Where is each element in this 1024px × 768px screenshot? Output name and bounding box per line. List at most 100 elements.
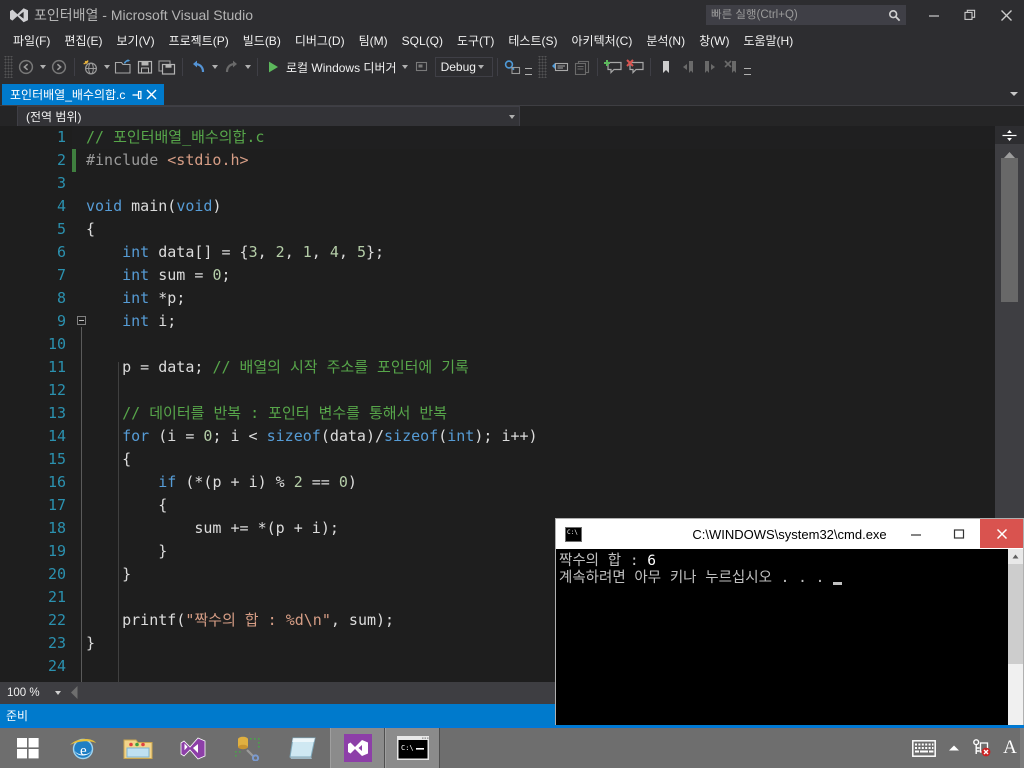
code-text[interactable] (86, 172, 95, 195)
chevron-down-icon[interactable] (509, 115, 515, 119)
chevron-down-icon[interactable] (55, 691, 61, 695)
chevron-down-icon[interactable] (1007, 87, 1021, 101)
code-text[interactable]: void main(void) (86, 195, 221, 218)
console-scroll-up-icon[interactable] (1008, 549, 1023, 564)
next-bookmark-icon[interactable] (699, 56, 721, 78)
toolbar-overflow-icon-2[interactable] (743, 56, 753, 78)
code-line[interactable]: 1 // 포인터배열_배수의합.c (0, 126, 995, 149)
code-text[interactable]: int data[] = {3, 2, 1, 4, 5}; (86, 241, 384, 264)
new-project-icon[interactable] (79, 56, 101, 78)
code-line[interactable]: 4 void main(void) (0, 195, 995, 218)
search-icon[interactable] (888, 9, 901, 22)
taskbar-notepad[interactable] (275, 728, 330, 768)
menu-test[interactable]: 테스트(S) (501, 31, 564, 52)
tray-network-disconnected[interactable] (968, 728, 996, 768)
add-comment-icon[interactable] (602, 56, 624, 78)
bookmark-icon[interactable] (655, 56, 677, 78)
scroll-left-icon[interactable] (70, 685, 79, 703)
toolbar-grip[interactable] (4, 56, 13, 78)
code-line[interactable]: 2 #include <stdio.h> (0, 149, 995, 172)
menu-team[interactable]: 팀(M) (352, 31, 395, 52)
close-icon[interactable] (144, 85, 159, 104)
code-line[interactable]: 12 (0, 379, 995, 402)
toolbar-grip-2[interactable] (537, 56, 547, 78)
taskbar-visual-studio-running[interactable] (330, 728, 385, 768)
open-file-icon[interactable] (112, 56, 134, 78)
code-text[interactable] (86, 586, 95, 609)
menu-debug[interactable]: 디버그(D) (288, 31, 352, 52)
configuration-dropdown[interactable]: Debug (434, 57, 493, 77)
console-scrollbar-thumb[interactable] (1008, 564, 1023, 664)
code-line[interactable]: 3 (0, 172, 995, 195)
code-text[interactable]: // 포인터배열_배수의합.c (86, 126, 264, 149)
undo-icon[interactable] (187, 56, 209, 78)
taskbar-file-explorer[interactable] (110, 728, 165, 768)
console-scrollbar[interactable] (1008, 549, 1023, 725)
scrollbar-thumb[interactable] (1001, 158, 1018, 302)
taskbar-sql-tools[interactable] (220, 728, 275, 768)
code-line[interactable]: 5{ (0, 218, 995, 241)
uncomment-selection-icon[interactable] (571, 56, 593, 78)
redo-dropdown[interactable] (242, 56, 253, 78)
menu-project[interactable]: 프로젝트(P) (162, 31, 236, 52)
console-minimize-button[interactable] (894, 519, 937, 548)
menu-sql[interactable]: SQL(Q) (395, 31, 450, 52)
navigate-back-dropdown[interactable] (37, 56, 48, 78)
menu-architecture[interactable]: 아키텍처(C) (565, 31, 640, 52)
navigate-back-icon[interactable] (15, 56, 37, 78)
code-line[interactable]: 17 { (0, 494, 995, 517)
start-debug-label[interactable]: 로컬 Windows 디버거 (284, 59, 400, 76)
code-line[interactable]: 11 p = data; // 배열의 시작 주소를 포인터에 기록 (0, 356, 995, 379)
restore-button[interactable] (952, 0, 988, 30)
code-text[interactable] (86, 379, 95, 402)
menu-file[interactable]: 파일(F) (6, 31, 57, 52)
code-text[interactable]: { (86, 448, 131, 471)
play-triangle-icon[interactable] (262, 56, 284, 78)
code-line[interactable]: 7 int sum = 0; (0, 264, 995, 287)
quick-launch-input[interactable] (711, 9, 888, 21)
taskbar-internet-explorer[interactable]: e (55, 728, 110, 768)
code-text[interactable]: } (86, 632, 95, 655)
code-text[interactable]: sum += *(p + i); (86, 517, 339, 540)
code-line[interactable]: 8 int *p; (0, 287, 995, 310)
tray-touch-keyboard[interactable] (908, 728, 940, 768)
new-project-dropdown[interactable] (101, 56, 112, 78)
code-line[interactable]: 13 // 데이터를 반복 : 포인터 변수를 통해서 반복 (0, 402, 995, 425)
code-text[interactable]: } (86, 563, 131, 586)
code-text[interactable]: int *p; (86, 287, 185, 310)
code-text[interactable]: { (86, 218, 95, 241)
menu-window[interactable]: 창(W) (692, 31, 736, 52)
save-icon[interactable] (134, 56, 156, 78)
menu-build[interactable]: 빌드(B) (236, 31, 288, 52)
code-text[interactable]: p = data; // 배열의 시작 주소를 포인터에 기록 (86, 356, 469, 379)
code-text[interactable]: if (*(p + i) % 2 == 0) (86, 471, 357, 494)
undo-dropdown[interactable] (209, 56, 220, 78)
tray-show-hidden-icons[interactable] (940, 728, 968, 768)
navigate-forward-icon[interactable] (48, 56, 70, 78)
code-line[interactable]: 10 (0, 333, 995, 356)
start-button[interactable] (0, 728, 55, 768)
code-line[interactable]: 16 if (*(p + i) % 2 == 0) (0, 471, 995, 494)
console-output-area[interactable]: 짝수의 합 : 6 계속하려면 아무 키나 누르십시오 . . . (556, 549, 1023, 725)
redo-icon[interactable] (220, 56, 242, 78)
start-debug-dropdown[interactable] (400, 56, 411, 78)
show-desktop-button[interactable] (1020, 728, 1024, 768)
save-all-icon[interactable] (156, 56, 178, 78)
taskbar-cmd-running[interactable]: C:\ (385, 728, 440, 768)
code-line[interactable]: 15 { (0, 448, 995, 471)
code-text[interactable]: int sum = 0; (86, 264, 230, 287)
zoom-dropdown[interactable]: 100 % (4, 684, 66, 702)
quick-launch-box[interactable] (706, 5, 906, 25)
console-window[interactable]: C:\ C:\WINDOWS\system32\cmd.exe 짝수의 합 : (555, 518, 1024, 725)
comment-selection-icon[interactable] (549, 56, 571, 78)
pin-icon[interactable] (129, 85, 144, 104)
minimize-button[interactable] (916, 0, 952, 30)
console-title-bar[interactable]: C:\ C:\WINDOWS\system32\cmd.exe (556, 519, 1023, 549)
code-line[interactable]: 6 int data[] = {3, 2, 1, 4, 5}; (0, 241, 995, 264)
code-text[interactable]: { (86, 494, 167, 517)
code-text[interactable] (86, 333, 95, 356)
console-close-button[interactable] (980, 519, 1023, 548)
target-platform-icon[interactable] (411, 56, 433, 78)
clear-bookmarks-icon[interactable] (721, 56, 743, 78)
code-text[interactable]: #include <stdio.h> (86, 149, 249, 172)
